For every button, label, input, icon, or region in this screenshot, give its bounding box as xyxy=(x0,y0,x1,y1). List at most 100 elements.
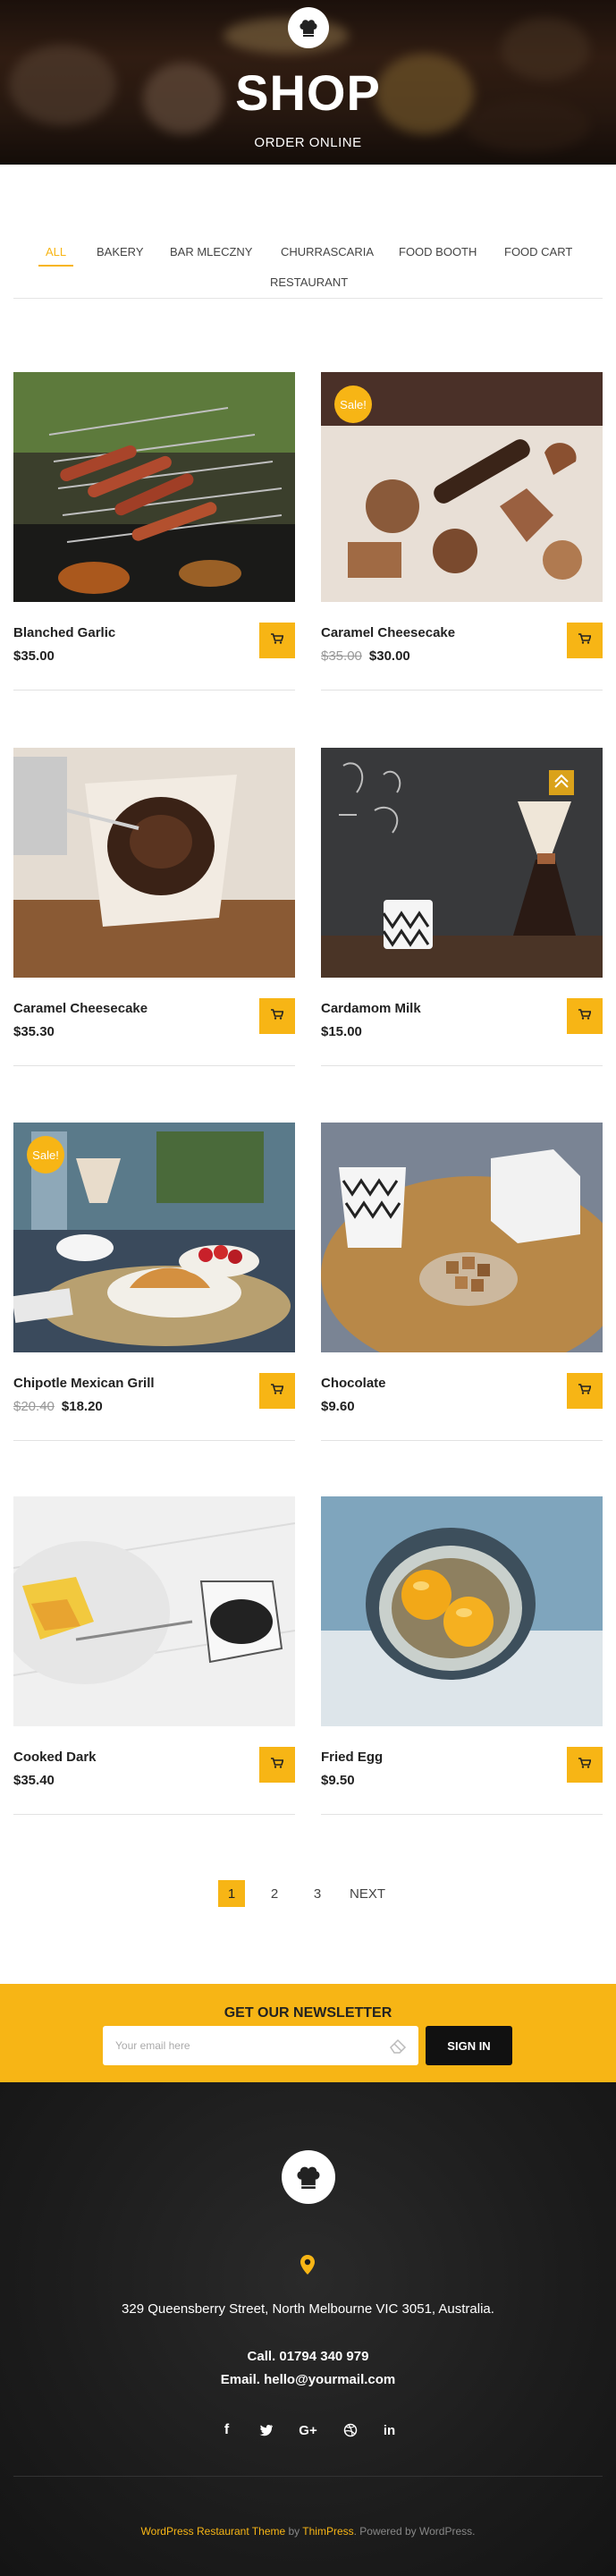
footer-phone: Call. 01794 340 979 xyxy=(247,2349,369,2364)
product-price: $35.30 xyxy=(13,1024,55,1039)
add-to-cart-button[interactable] xyxy=(567,623,603,658)
filter-tab-all[interactable]: ALL xyxy=(38,245,74,267)
add-to-cart-button[interactable] xyxy=(567,1747,603,1783)
sale-badge: Sale! xyxy=(334,386,372,423)
product-image[interactable] xyxy=(321,748,603,978)
footer-email: Email. hello@yourmail.com xyxy=(220,2372,396,2387)
product-image[interactable] xyxy=(321,1123,603,1352)
page-1-link[interactable]: 1 xyxy=(218,1880,245,1907)
filter-tab-churrascaria[interactable]: CHURRASCARIA xyxy=(281,245,374,258)
add-to-cart-button[interactable] xyxy=(259,1373,295,1409)
product-name[interactable]: Caramel Cheesecake xyxy=(321,625,455,640)
product-current-price: $9.60 xyxy=(321,1399,355,1414)
divider xyxy=(13,1814,295,1815)
filter-tab-restaurant[interactable]: RESTAURANT xyxy=(270,275,348,289)
page-3-link[interactable]: 3 xyxy=(308,1880,326,1907)
footer-address: 329 Queensberry Street, North Melbourne … xyxy=(122,2301,494,2317)
product-name[interactable]: Chipotle Mexican Grill xyxy=(13,1376,155,1391)
divider xyxy=(321,1814,603,1815)
product-price: $9.60 xyxy=(321,1399,355,1414)
product-current-price: $9.50 xyxy=(321,1773,355,1788)
cart-icon xyxy=(578,1008,592,1024)
divider xyxy=(13,690,295,691)
product-image[interactable] xyxy=(13,372,295,602)
cart-icon xyxy=(271,1757,284,1773)
product-name[interactable]: Cardamom Milk xyxy=(321,1001,421,1016)
cart-icon xyxy=(271,1383,284,1399)
add-to-cart-button[interactable] xyxy=(259,1747,295,1783)
product-current-price: $35.40 xyxy=(13,1773,55,1788)
newsletter-email-input[interactable]: Your email here xyxy=(103,2026,418,2065)
product-name[interactable]: Fried Egg xyxy=(321,1750,383,1765)
product-price: $35.00 xyxy=(13,648,55,664)
sale-badge: Sale! xyxy=(27,1136,64,1174)
filter-tab-food-cart[interactable]: FOOD CART xyxy=(504,245,572,258)
social-links: f G+ in xyxy=(0,2421,616,2439)
footer-divider xyxy=(13,2476,603,2477)
product-current-price: $35.30 xyxy=(13,1024,55,1039)
product-current-price: $15.00 xyxy=(321,1024,362,1039)
theme-credit-link[interactable]: WordPress Restaurant Theme xyxy=(141,2525,286,2538)
eraser-icon xyxy=(388,2037,408,2057)
product-image[interactable]: Sale! xyxy=(321,372,603,602)
product-price: $9.50 xyxy=(321,1773,355,1788)
filter-tab-food-booth[interactable]: FOOD BOOTH xyxy=(399,245,477,258)
product-old-price: $35.00 xyxy=(321,648,362,664)
divider xyxy=(321,1065,603,1066)
cart-icon xyxy=(578,632,592,648)
product-price: $20.40 $18.20 xyxy=(13,1399,103,1414)
next-page-link[interactable]: NEXT xyxy=(348,1880,387,1907)
add-to-cart-button[interactable] xyxy=(567,1373,603,1409)
divider xyxy=(321,690,603,691)
product-name[interactable]: Blanched Garlic xyxy=(13,625,115,640)
sign-in-button[interactable]: SIGN IN xyxy=(426,2026,512,2065)
add-to-cart-button[interactable] xyxy=(259,623,295,658)
footer-credit: WordPress Restaurant Theme by ThimPress.… xyxy=(0,2525,616,2538)
thimpress-link[interactable]: ThimPress xyxy=(302,2525,353,2538)
category-filter-tabs: ALL BAKERY BAR MLECZNY CHURRASCARIA FOOD… xyxy=(13,238,603,299)
pagination: 1 2 3 NEXT xyxy=(0,1880,616,1909)
google-plus-icon[interactable]: G+ xyxy=(297,2421,320,2439)
divider xyxy=(13,1440,295,1441)
facebook-icon[interactable]: f xyxy=(218,2421,236,2439)
linkedin-icon[interactable]: in xyxy=(381,2421,399,2439)
twitter-icon[interactable] xyxy=(257,2421,275,2439)
filter-tab-bakery[interactable]: BAKERY xyxy=(97,245,144,258)
product-current-price: $30.00 xyxy=(368,648,410,664)
filter-tab-bar-mleczny[interactable]: BAR MLECZNY xyxy=(170,245,252,258)
product-old-price: $20.40 xyxy=(13,1399,55,1414)
product-name[interactable]: Caramel Cheesecake xyxy=(13,1001,148,1016)
cart-icon xyxy=(578,1383,592,1399)
product-current-price: $35.00 xyxy=(13,648,55,664)
divider xyxy=(321,1440,603,1441)
chef-hat-logo-icon[interactable] xyxy=(282,2150,335,2204)
product-price: $35.00 $30.00 xyxy=(321,648,410,664)
map-pin-icon xyxy=(299,2254,316,2280)
cart-icon xyxy=(271,632,284,648)
credit-by-text: by xyxy=(285,2525,303,2538)
product-current-price: $18.20 xyxy=(61,1399,103,1414)
newsletter-section: GET OUR NEWSLETTER Your email here SIGN … xyxy=(0,1984,616,2082)
dribbble-icon[interactable] xyxy=(342,2421,359,2439)
product-price: $35.40 xyxy=(13,1773,55,1788)
product-name[interactable]: Chocolate xyxy=(321,1376,386,1391)
add-to-cart-button[interactable] xyxy=(567,998,603,1034)
cart-icon xyxy=(578,1757,592,1773)
product-image[interactable]: Sale! xyxy=(13,1123,295,1352)
add-to-cart-button[interactable] xyxy=(259,998,295,1034)
email-placeholder: Your email here xyxy=(115,2039,190,2052)
product-price: $15.00 xyxy=(321,1024,362,1039)
cart-icon xyxy=(271,1008,284,1024)
page-subtitle: ORDER ONLINE xyxy=(254,135,362,150)
chef-hat-logo-icon[interactable] xyxy=(288,7,329,48)
product-name[interactable]: Cooked Dark xyxy=(13,1750,97,1765)
product-image[interactable] xyxy=(321,1496,603,1726)
product-image[interactable] xyxy=(13,748,295,978)
page-title: SHOP xyxy=(235,64,381,121)
newsletter-title: GET OUR NEWSLETTER xyxy=(224,2005,392,2021)
hero-banner: SHOP ORDER ONLINE xyxy=(0,0,616,165)
product-image[interactable] xyxy=(13,1496,295,1726)
page-2-link[interactable]: 2 xyxy=(266,1880,283,1907)
divider xyxy=(13,1065,295,1066)
credit-powered-text: . Powered by WordPress. xyxy=(353,2525,476,2538)
